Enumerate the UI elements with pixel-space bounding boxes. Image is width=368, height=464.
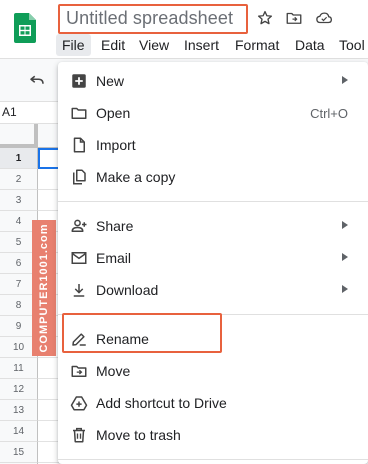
submenu-arrow-icon xyxy=(342,76,348,84)
menu-item-share[interactable]: Share xyxy=(58,210,368,242)
document-title-input[interactable]: Untitled spreadsheet xyxy=(66,8,233,29)
grid-cell[interactable] xyxy=(38,379,60,400)
submenu-arrow-icon xyxy=(342,253,348,261)
grid-cell[interactable] xyxy=(38,400,60,421)
menu-item-new[interactable]: New xyxy=(58,65,368,97)
grid-cell[interactable] xyxy=(38,442,60,463)
menu-item-label: Move xyxy=(96,363,131,379)
rename-highlight xyxy=(62,313,222,353)
row-header[interactable]: 12 xyxy=(0,379,38,400)
row-header[interactable]: 3 xyxy=(0,190,38,211)
menu-edit[interactable]: Edit xyxy=(95,34,131,56)
menu-item-label: New xyxy=(96,73,125,89)
file-menu-dropdown: New Open Ctrl+O Import Make a copy Share… xyxy=(58,62,368,464)
row-header[interactable]: 15 xyxy=(0,442,38,463)
download-icon xyxy=(73,284,85,297)
star-icon[interactable] xyxy=(256,9,274,27)
add-shortcut-icon xyxy=(70,396,88,411)
folder-icon xyxy=(71,107,87,119)
menu-file[interactable]: File xyxy=(56,34,91,56)
top-bar: Untitled spreadsheet File Edit View Inse… xyxy=(0,0,368,58)
row-header[interactable]: 14 xyxy=(0,421,38,442)
watermark-text: COMPUTER1001.com xyxy=(38,223,50,353)
grid-cell[interactable] xyxy=(38,169,60,190)
email-icon xyxy=(71,252,87,264)
row-header[interactable]: 11 xyxy=(0,358,38,379)
menu-format[interactable]: Format xyxy=(229,34,285,56)
menu-item-add-shortcut-to-drive[interactable]: Add shortcut to Drive xyxy=(58,387,368,419)
menu-insert[interactable]: Insert xyxy=(178,34,225,56)
menu-item-label: Import xyxy=(96,137,136,153)
name-box[interactable]: A1 xyxy=(2,105,17,119)
submenu-arrow-icon xyxy=(342,285,348,293)
undo-icon[interactable] xyxy=(28,71,46,89)
column-header-a[interactable] xyxy=(38,124,60,148)
menu-item-open[interactable]: Open Ctrl+O xyxy=(58,97,368,129)
trash-icon xyxy=(73,427,85,443)
move-to-folder-icon[interactable] xyxy=(285,9,303,27)
grid-cell[interactable] xyxy=(38,190,60,211)
menu-item-label: Download xyxy=(96,282,159,298)
file-icon xyxy=(73,137,85,153)
grid-cell[interactable] xyxy=(38,421,60,442)
row-header[interactable]: 1 xyxy=(0,148,38,169)
menu-item-label: Open xyxy=(96,105,131,121)
menu-divider xyxy=(58,459,368,460)
menu-item-label: Email xyxy=(96,250,132,266)
menu-item-make-a-copy[interactable]: Make a copy xyxy=(58,161,368,193)
cloud-status-icon[interactable] xyxy=(314,9,334,27)
menu-item-import[interactable]: Import xyxy=(58,129,368,161)
menu-item-download[interactable]: Download xyxy=(58,274,368,306)
new-icon xyxy=(72,74,86,88)
grid-cell[interactable] xyxy=(38,358,60,379)
menu-divider xyxy=(58,201,368,202)
selected-cell[interactable] xyxy=(38,148,60,169)
submenu-arrow-icon xyxy=(342,221,348,229)
row-header[interactable]: 13 xyxy=(0,400,38,421)
menu-item-label: Share xyxy=(96,218,134,234)
menu-data[interactable]: Data xyxy=(289,34,331,56)
google-sheets-logo-icon[interactable] xyxy=(14,13,36,43)
copy-icon xyxy=(73,169,86,185)
row-header[interactable]: 2 xyxy=(0,169,38,190)
menu-item-label: Add shortcut to Drive xyxy=(96,395,227,411)
menu-item-move[interactable]: Move xyxy=(58,355,368,387)
select-all-corner[interactable] xyxy=(0,124,38,148)
menu-item-email[interactable]: Email xyxy=(58,242,368,274)
menu-item-move-to-trash[interactable]: Move to trash xyxy=(58,419,368,451)
menu-item-label: Make a copy xyxy=(96,169,176,185)
move-icon xyxy=(71,365,87,377)
menu-tools[interactable]: Tool xyxy=(333,34,368,56)
menu-view[interactable]: View xyxy=(133,34,175,56)
menu-item-label: Move to trash xyxy=(96,427,181,443)
person-add-icon xyxy=(71,219,87,232)
shortcut-label: Ctrl+O xyxy=(310,106,348,121)
